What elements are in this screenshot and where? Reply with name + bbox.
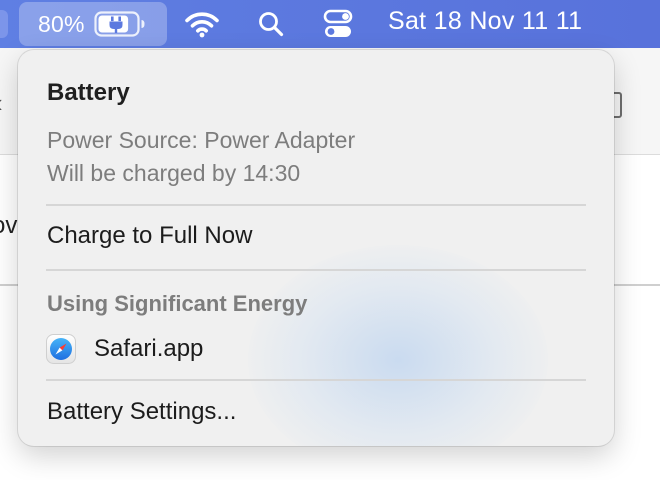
charge-to-full-now-item[interactable]: Charge to Full Now [47, 222, 252, 250]
menu-separator [46, 379, 586, 381]
charge-status-label: Will be charged by 14:30 [47, 160, 301, 186]
menu-bar-partial-item[interactable] [0, 10, 8, 38]
background-back-button[interactable]: ‹ [0, 88, 3, 119]
battery-settings-item[interactable]: Battery Settings... [47, 398, 236, 426]
menu-bar-clock[interactable]: Sat 18 Nov 11 11 [388, 7, 582, 36]
menu-separator [46, 269, 586, 271]
safari-icon [46, 334, 76, 364]
significant-energy-header: Using Significant Energy [47, 291, 308, 316]
spotlight-search-icon[interactable] [256, 10, 286, 38]
battery-percentage: 80% [38, 10, 85, 37]
wifi-icon[interactable] [184, 10, 220, 38]
power-source-label: Power Source: Power Adapter [47, 127, 356, 153]
battery-menu-panel: Battery Power Source: Power Adapter Will… [18, 50, 614, 446]
battery-menu-extra[interactable]: 80% [19, 2, 167, 46]
energy-app-name: Safari.app [94, 335, 204, 362]
menu-separator [46, 204, 586, 206]
battery-menu-title: Battery [47, 79, 130, 106]
battery-charging-icon [94, 11, 145, 37]
panel-background-glow [248, 245, 548, 446]
background-window-text: ov [0, 212, 18, 239]
energy-app-item-safari[interactable]: Safari.app [46, 332, 203, 366]
menu-bar: 80% Sat 18 Nov 11 11 [0, 0, 660, 48]
control-center-icon[interactable] [322, 9, 354, 39]
